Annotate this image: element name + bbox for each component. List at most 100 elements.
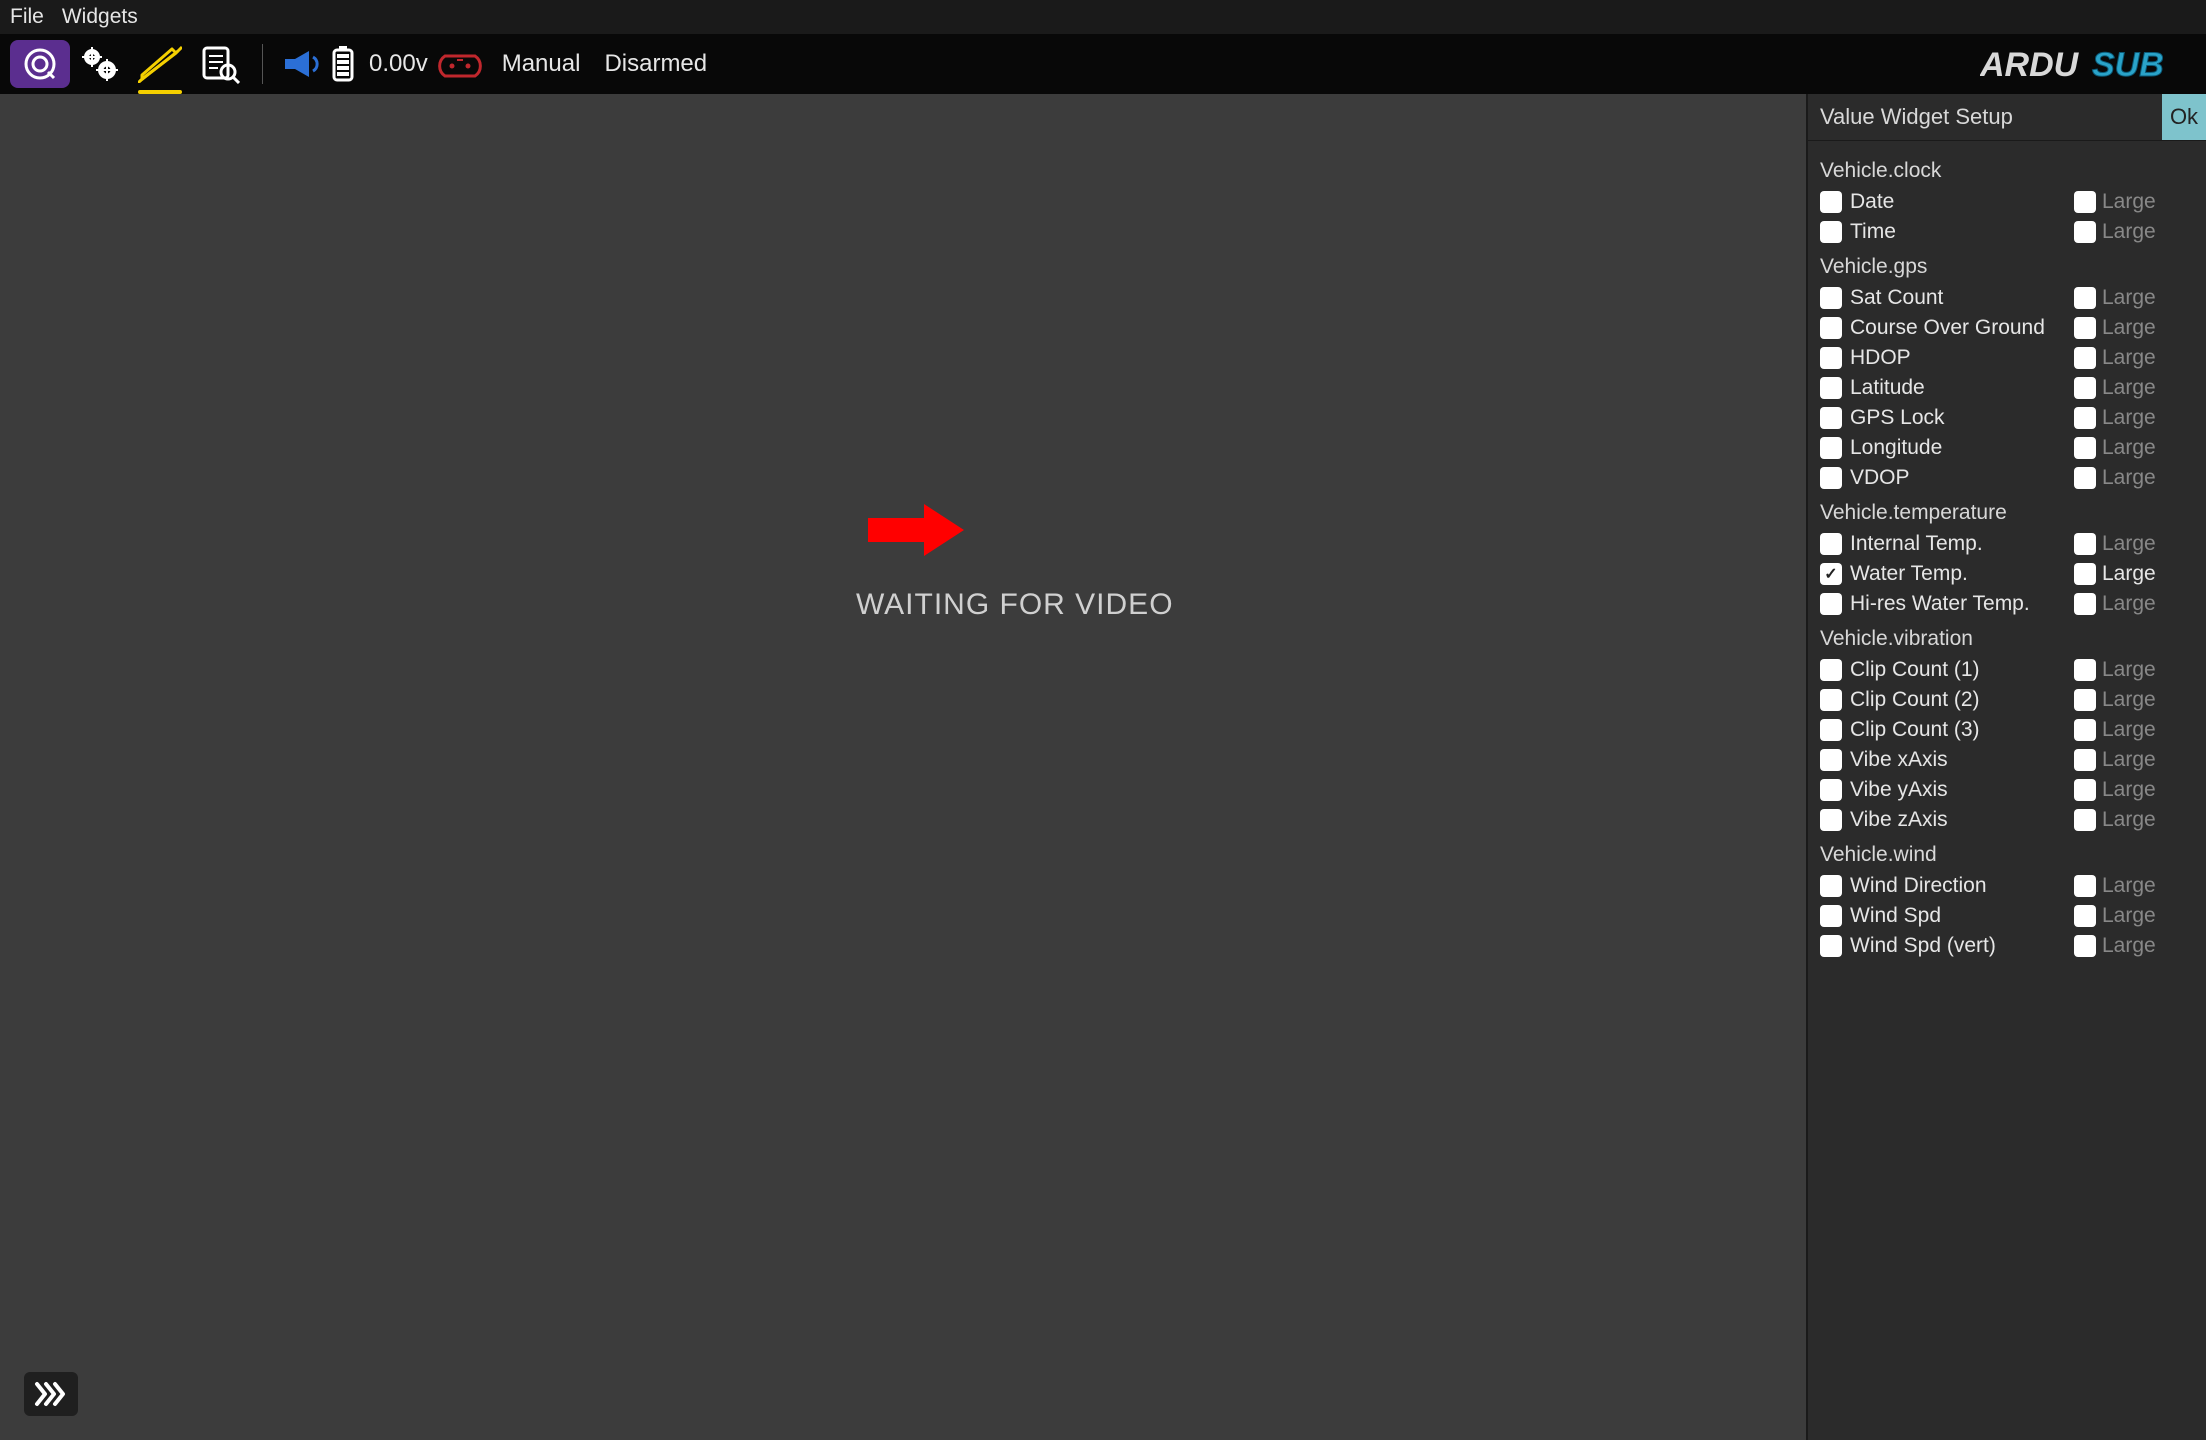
group-title: Vehicle.gps [1820,255,2194,279]
settings-button[interactable] [70,40,130,88]
value-label: Longitude [1850,436,2074,460]
joystick-icon [434,40,486,88]
large-checkbox[interactable] [2074,407,2096,429]
large-label: Large [2102,658,2156,682]
value-row: Vibe zAxis Large [1820,805,2194,835]
value-label: Vibe zAxis [1850,808,2074,832]
large-label: Large [2102,904,2156,928]
menu-widgets[interactable]: Widgets [62,5,138,29]
enable-checkbox[interactable] [1820,437,1842,459]
value-row: Vibe xAxis Large [1820,745,2194,775]
value-label: Latitude [1850,376,2074,400]
menu-file[interactable]: File [10,5,44,29]
enable-checkbox[interactable] [1820,593,1842,615]
large-checkbox[interactable] [2074,533,2096,555]
group-title: Vehicle.clock [1820,159,2194,183]
enable-checkbox[interactable] [1820,377,1842,399]
group-title: Vehicle.wind [1820,843,2194,867]
megaphone-icon[interactable] [275,40,323,88]
enable-checkbox[interactable] [1820,563,1842,585]
value-row: Water Temp.Large [1820,559,2194,589]
large-checkbox[interactable] [2074,287,2096,309]
large-checkbox[interactable] [2074,437,2096,459]
large-checkbox[interactable] [2074,467,2096,489]
large-checkbox[interactable] [2074,221,2096,243]
battery-icon [323,40,363,88]
enable-checkbox[interactable] [1820,719,1842,741]
plan-button[interactable] [130,40,190,88]
enable-checkbox[interactable] [1820,659,1842,681]
armed-label[interactable]: Disarmed [604,50,707,78]
large-label: Large [2102,718,2156,742]
large-label: Large [2102,436,2156,460]
value-label: Hi-res Water Temp. [1850,592,2074,616]
ok-button[interactable]: Ok [2162,94,2206,140]
large-checkbox[interactable] [2074,689,2096,711]
panel-header: Value Widget Setup Ok [1808,94,2206,141]
large-label: Large [2102,874,2156,898]
large-checkbox[interactable] [2074,935,2096,957]
main-content: WAITING FOR VIDEO Value Widget Setup Ok … [0,94,2206,1440]
value-row: Clip Count (1)Large [1820,655,2194,685]
value-row: Internal Temp.Large [1820,529,2194,559]
value-label: Wind Spd (vert) [1850,934,2074,958]
value-row: Hi-res Water Temp. Large [1820,589,2194,619]
large-checkbox[interactable] [2074,749,2096,771]
value-label: Time [1850,220,2074,244]
annotation-arrow [868,504,963,554]
large-label: Large [2102,592,2156,616]
large-checkbox[interactable] [2074,317,2096,339]
large-checkbox[interactable] [2074,905,2096,927]
large-checkbox[interactable] [2074,377,2096,399]
enable-checkbox[interactable] [1820,287,1842,309]
toolbar: 0.00v Manual Disarmed ARDU SUB [0,34,2206,94]
large-label: Large [2102,808,2156,832]
value-row: Longitude Large [1820,433,2194,463]
large-checkbox[interactable] [2074,191,2096,213]
large-checkbox[interactable] [2074,659,2096,681]
large-checkbox[interactable] [2074,563,2096,585]
value-row: LatitudeLarge [1820,373,2194,403]
value-label: Wind Spd [1850,904,2074,928]
enable-checkbox[interactable] [1820,221,1842,243]
enable-checkbox[interactable] [1820,317,1842,339]
large-label: Large [2102,220,2156,244]
analyze-button[interactable] [190,40,250,88]
enable-checkbox[interactable] [1820,809,1842,831]
group-title: Vehicle.vibration [1820,627,2194,651]
large-checkbox[interactable] [2074,593,2096,615]
enable-checkbox[interactable] [1820,935,1842,957]
value-row: Wind Spd (vert)Large [1820,931,2194,961]
qgc-logo-button[interactable] [10,40,70,88]
enable-checkbox[interactable] [1820,347,1842,369]
enable-checkbox[interactable] [1820,191,1842,213]
value-label: HDOP [1850,346,2074,370]
large-checkbox[interactable] [2074,875,2096,897]
large-checkbox[interactable] [2074,347,2096,369]
large-checkbox[interactable] [2074,809,2096,831]
enable-checkbox[interactable] [1820,533,1842,555]
svg-text:SUB: SUB [2092,46,2164,84]
value-row: Wind Spd Large [1820,901,2194,931]
value-label: GPS Lock [1850,406,2074,430]
value-label: VDOP [1850,466,2074,490]
enable-checkbox[interactable] [1820,749,1842,771]
enable-checkbox[interactable] [1820,875,1842,897]
value-label: Vibe xAxis [1850,748,2074,772]
enable-checkbox[interactable] [1820,467,1842,489]
enable-checkbox[interactable] [1820,779,1842,801]
expand-button[interactable] [24,1372,78,1416]
large-label: Large [2102,748,2156,772]
value-label: Internal Temp. [1850,532,2074,556]
large-checkbox[interactable] [2074,719,2096,741]
value-widget-panel: Value Widget Setup Ok Vehicle.clockDateL… [1806,94,2206,1440]
value-label: Sat Count [1850,286,2074,310]
enable-checkbox[interactable] [1820,407,1842,429]
mode-label[interactable]: Manual [502,50,581,78]
large-checkbox[interactable] [2074,779,2096,801]
value-row: Wind DirectionLarge [1820,871,2194,901]
large-label: Large [2102,406,2156,430]
group-title: Vehicle.temperature [1820,501,2194,525]
enable-checkbox[interactable] [1820,905,1842,927]
enable-checkbox[interactable] [1820,689,1842,711]
